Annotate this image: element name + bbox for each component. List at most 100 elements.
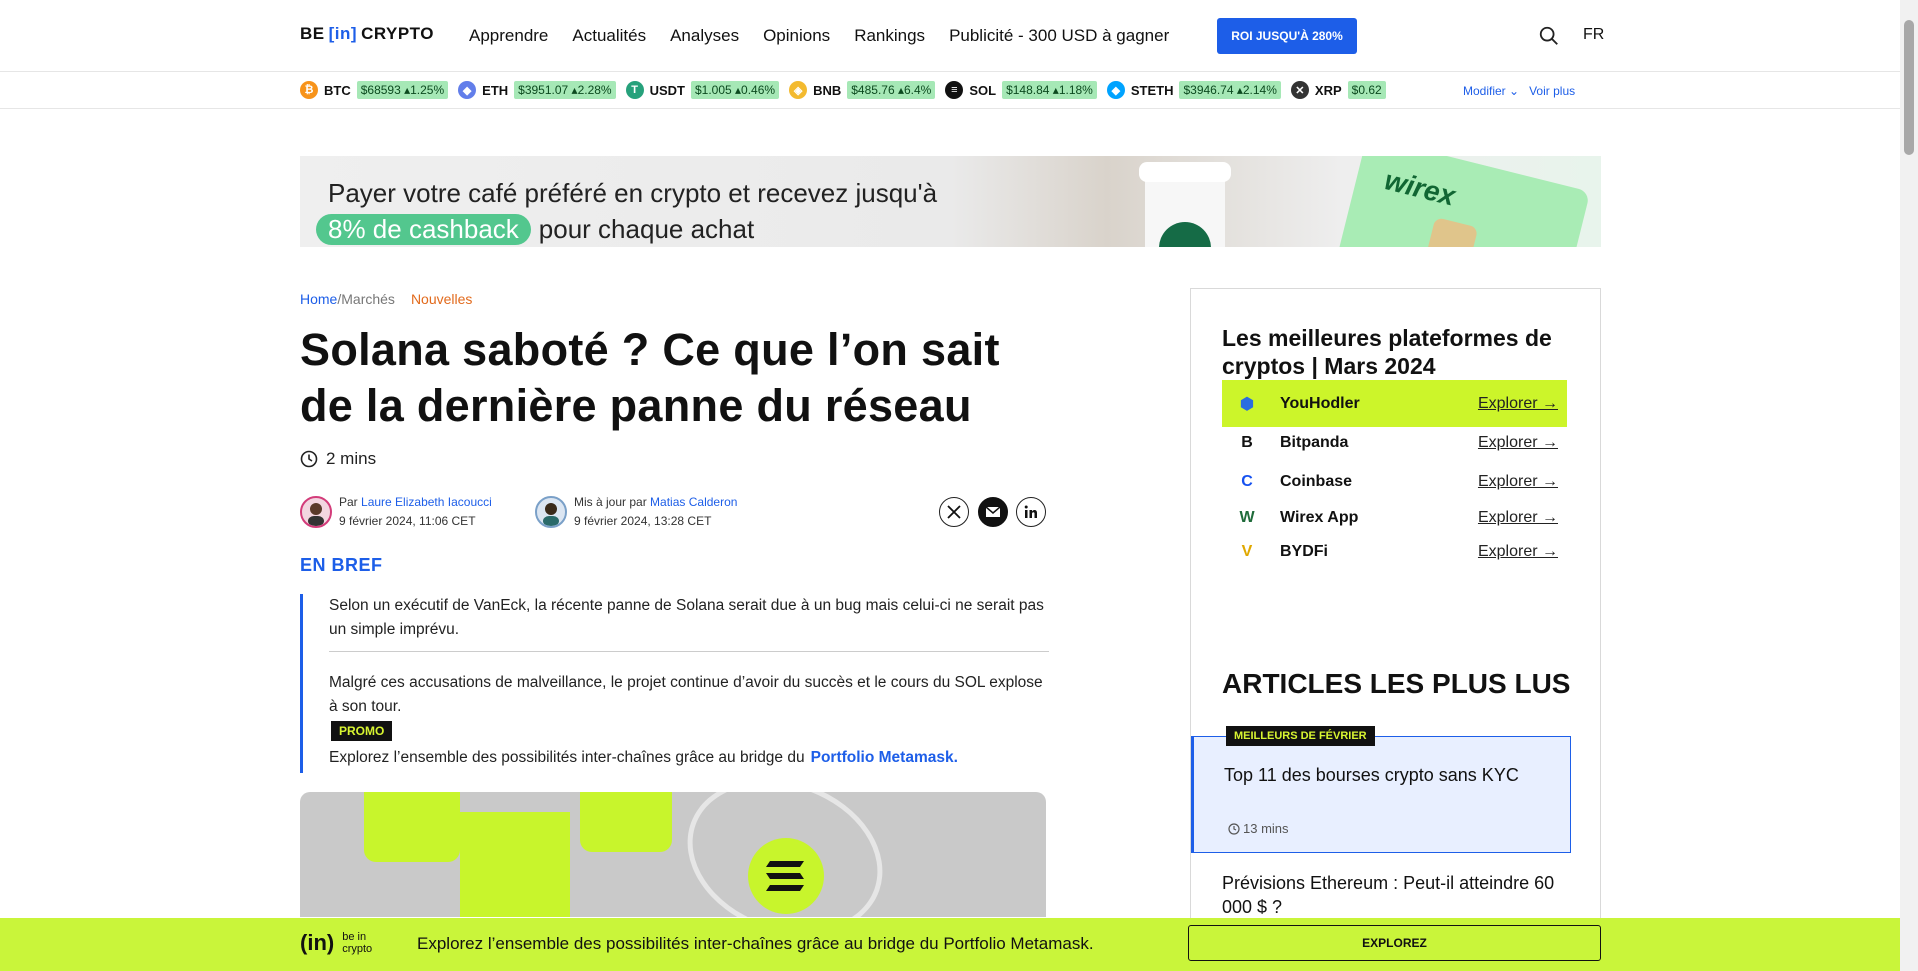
- logo-be: BE: [300, 24, 325, 43]
- see-more-link[interactable]: Voir plus: [1529, 84, 1575, 98]
- page-scrollbar[interactable]: [1900, 0, 1918, 971]
- sidebar-best-platforms: Les meilleures plateformes de cryptos | …: [1190, 288, 1601, 918]
- breadcrumb-news[interactable]: Nouvelles: [411, 291, 472, 307]
- logo-crypto: CRYPTO: [361, 24, 434, 43]
- ticker-price: $3946.74 ▴2.14%: [1179, 81, 1281, 99]
- editor-name[interactable]: Matias Calderon: [650, 495, 737, 509]
- sidebar-title: Les meilleures plateformes de cryptos | …: [1222, 325, 1552, 379]
- bref-divider: [329, 651, 1049, 652]
- read-time: 2 mins: [300, 449, 376, 469]
- roi-button[interactable]: ROI JUSQU'À 280%: [1217, 18, 1357, 54]
- most-read-heading: ARTICLES LES PLUS LUS: [1222, 668, 1571, 699]
- featured-badge: MEILLEURS DE FÉVRIER: [1226, 726, 1375, 746]
- author-prefix: Par: [339, 495, 358, 509]
- breadcrumb-markets[interactable]: Marchés: [341, 291, 395, 307]
- platform-name: Wirex App: [1280, 508, 1359, 526]
- ticker-item-bnb[interactable]: ◈ BNB $485.76 ▴6.4%: [789, 81, 936, 99]
- site-header: BE [in] CRYPTO Apprendre Actualités Anal…: [0, 0, 1900, 72]
- linkedin-icon: [1024, 505, 1037, 518]
- share-x-button[interactable]: [939, 497, 969, 527]
- steth-icon: ◆: [1106, 81, 1125, 99]
- banner-line-2-rest: pour chaque achat: [538, 214, 755, 244]
- modify-label: Modifier: [1463, 84, 1506, 98]
- ticker-symbol: USDT: [649, 82, 685, 98]
- article-title: Solana saboté ? Ce que l’on sait de la d…: [300, 324, 1000, 431]
- solana-logo-icon: [748, 838, 824, 914]
- ticker-symbol: STETH: [1130, 82, 1174, 98]
- editor-avatar[interactable]: [535, 496, 567, 528]
- bnb-icon: ◈: [789, 81, 808, 99]
- nav-actualites[interactable]: Actualités: [572, 26, 646, 46]
- ticker-item-xrp[interactable]: ✕ XRP $0.62: [1290, 81, 1386, 99]
- ticker-price: $68593 ▴1.25%: [356, 81, 449, 99]
- bitcoin-icon: ₿: [300, 81, 318, 99]
- ethereum-icon: ◆: [458, 81, 477, 99]
- bottom-logo[interactable]: (in) be in crypto: [300, 930, 372, 956]
- promo-text: Explorez l’ensemble des possibilités int…: [329, 749, 805, 766]
- banner-line-1: Payer votre café préféré en crypto et re…: [328, 178, 938, 208]
- ticker-price: $1.005 ▴0.46%: [690, 81, 780, 99]
- bref-point-2: Malgré ces accusations de malveillance, …: [329, 674, 1043, 715]
- editor-info: Mis à jour par Matias Calderon 9 février…: [574, 493, 737, 531]
- ticker-symbol: BTC: [324, 82, 351, 98]
- most-read-article-2[interactable]: Prévisions Ethereum : Peut-il atteindre …: [1222, 871, 1572, 919]
- person-icon: [308, 503, 324, 526]
- explorez-button[interactable]: EXPLOREZ: [1188, 925, 1601, 961]
- nav-publicite[interactable]: Publicité - 300 USD à gagner: [949, 26, 1169, 46]
- ticker-item-sol[interactable]: ≡ SOL $148.84 ▴1.18%: [945, 81, 1097, 99]
- tether-icon: T: [625, 81, 644, 99]
- author-avatar[interactable]: [300, 496, 332, 528]
- wirex-card-image: wirex: [1335, 156, 1591, 247]
- bottom-logo-in: (in): [300, 930, 335, 955]
- youhodler-icon: ⬢: [1240, 395, 1254, 413]
- search-icon[interactable]: [1538, 25, 1560, 47]
- ticker-item-usdt[interactable]: T USDT $1.005 ▴0.46%: [625, 81, 780, 99]
- clock-icon: [300, 450, 318, 468]
- ticker-price: $3951.07 ▴2.28%: [514, 81, 616, 99]
- promo-badge: PROMO: [331, 721, 393, 741]
- share-email-button[interactable]: [978, 497, 1008, 527]
- platform-explore-link[interactable]: Explorer →: [1478, 473, 1558, 491]
- beincrypto-logo[interactable]: BE [in] CRYPTO: [300, 24, 434, 44]
- platform-explore-link[interactable]: Explorer →: [1478, 543, 1558, 561]
- breadcrumb-home[interactable]: Home: [300, 291, 337, 307]
- bottom-logo-text: be in crypto: [342, 931, 372, 955]
- ticker-item-btc[interactable]: ₿ BTC $68593 ▴1.25%: [300, 81, 449, 99]
- featured-article-title[interactable]: Top 11 des bourses crypto sans KYC: [1224, 765, 1519, 786]
- modify-link[interactable]: Modifier ⌄: [1463, 84, 1519, 98]
- ticker-symbol: ETH: [482, 82, 509, 98]
- platform-explore-link[interactable]: Explorer →: [1478, 395, 1558, 413]
- author-name[interactable]: Laure Elizabeth Iacoucci: [361, 495, 492, 509]
- platform-explore-link[interactable]: Explorer →: [1478, 434, 1558, 452]
- nav-opinions[interactable]: Opinions: [763, 26, 830, 46]
- nav-apprendre[interactable]: Apprendre: [469, 26, 548, 46]
- person-icon: [543, 503, 559, 526]
- ticker-links: Modifier ⌄ Voir plus: [1463, 84, 1575, 98]
- scrollbar-thumb[interactable]: [1904, 20, 1914, 155]
- article-hero-image: [300, 792, 1046, 917]
- featured-article-card[interactable]: MEILLEURS DE FÉVRIER Top 11 des bourses …: [1191, 726, 1571, 853]
- bottom-promo-text: Explorez l’ensemble des possibilités int…: [417, 934, 1094, 953]
- author-block: Par Laure Elizabeth Iacoucci 9 février 2…: [300, 493, 492, 531]
- ticker-price: $485.76 ▴6.4%: [847, 81, 936, 99]
- ticker-row: ₿ BTC $68593 ▴1.25% ◆ ETH $3951.07 ▴2.28% T USD…: [300, 81, 1600, 99]
- en-bref-box: Selon un exécutif de VanEck, la récente …: [300, 594, 1049, 773]
- ticker-symbol: SOL: [969, 82, 997, 98]
- nav-rankings[interactable]: Rankings: [854, 26, 925, 46]
- editor-prefix: Mis à jour par: [574, 495, 647, 509]
- cashback-pill: 8% de cashback: [316, 214, 531, 245]
- share-linkedin-button[interactable]: [1016, 497, 1046, 527]
- logo-in: [in]: [328, 24, 358, 43]
- ticker-item-steth[interactable]: ◆ STETH $3946.74 ▴2.14%: [1106, 81, 1281, 99]
- platform-explore-link[interactable]: Explorer →: [1478, 509, 1558, 527]
- ad-banner[interactable]: Payer votre café préféré en crypto et re…: [300, 156, 1601, 247]
- clock-icon: [1228, 822, 1240, 835]
- metamask-link[interactable]: Portfolio Metamask.: [811, 749, 958, 766]
- language-selector[interactable]: FR: [1583, 26, 1604, 44]
- platform-row-bydfi[interactable]: V BYDFi Explorer →: [1222, 528, 1567, 575]
- promo-text-line: Explorez l’ensemble des possibilités int…: [329, 746, 1049, 770]
- email-icon: [985, 506, 1001, 517]
- bottom-promo-bar: (in) be in crypto Explorez l’ensemble des…: [0, 918, 1900, 971]
- nav-analyses[interactable]: Analyses: [670, 26, 739, 46]
- ticker-item-eth[interactable]: ◆ ETH $3951.07 ▴2.28%: [458, 81, 616, 99]
